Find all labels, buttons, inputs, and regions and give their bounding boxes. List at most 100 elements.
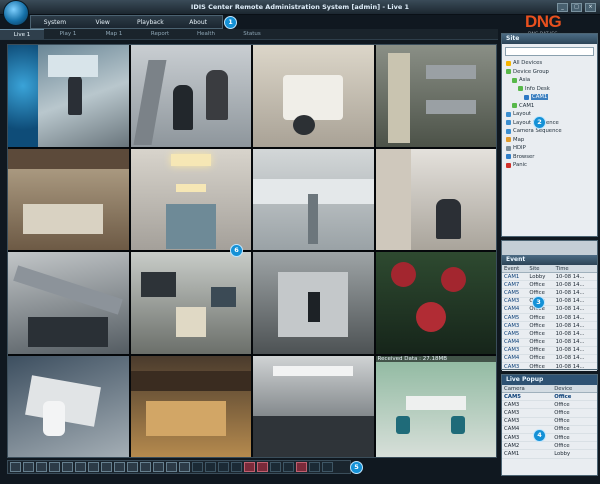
tab-map-1[interactable]: Map 1 [92, 29, 136, 39]
camera-tile[interactable] [130, 355, 251, 457]
layout-3x3-button[interactable] [36, 462, 47, 472]
layout-1plus7-button[interactable] [101, 462, 112, 472]
tab-report[interactable]: Report [138, 29, 182, 39]
camera-tile[interactable] [8, 355, 129, 457]
prev-page-button[interactable] [205, 462, 216, 472]
popup-row[interactable]: CAM1 Lobby [502, 449, 597, 459]
tree-item[interactable]: HDIP [506, 144, 597, 153]
tree-item[interactable]: Layout Sequence [506, 119, 597, 128]
popup-row[interactable]: CAM3 Office [502, 400, 597, 410]
app-logo-icon[interactable] [3, 0, 29, 26]
tab-health[interactable]: Health [184, 29, 228, 39]
camera-tile[interactable] [130, 148, 251, 250]
tree-item[interactable]: Layout [506, 110, 597, 119]
layout-custom-button[interactable] [153, 462, 164, 472]
event-row[interactable]: CAM5 Office 10-08 14... [502, 329, 597, 339]
site-search-input[interactable] [505, 47, 594, 56]
camera-tile[interactable]: Received Data : 27.18MB [375, 355, 496, 457]
tree-item[interactable]: All Devices [506, 59, 597, 68]
popup-row[interactable]: CAM3 Office [502, 408, 597, 418]
layout-1x1-button[interactable] [10, 462, 21, 472]
stop-button[interactable] [296, 462, 307, 472]
event-row[interactable]: CAM5 Office 10-08 14... [502, 288, 597, 298]
record-button[interactable] [244, 462, 255, 472]
event-row[interactable]: CAM4 Office 10-08 14... [502, 305, 597, 314]
event-panel: Event Event Site Time CAM1 Lobby 10-08 14.… [501, 240, 598, 372]
event-row[interactable]: CAM3Office10-08 14... [502, 346, 597, 355]
tree-item[interactable]: CAM1 [506, 102, 597, 111]
next-page-button[interactable] [218, 462, 229, 472]
menu-system[interactable]: System [31, 19, 79, 26]
popup-col-camera[interactable]: Camera [502, 385, 553, 393]
event-row[interactable]: CAM3Office10-08 14... [502, 297, 597, 306]
tree-item[interactable]: Camera Sequence [506, 127, 597, 136]
snapshot-button[interactable] [270, 462, 281, 472]
popup-row[interactable]: CAM3 Office [502, 417, 597, 426]
event-row[interactable]: CAM4 Office 10-08 14... [502, 354, 597, 364]
event-row[interactable]: CAM4 Office 10-08 14... [502, 338, 597, 347]
menu-about[interactable]: About [174, 19, 222, 26]
event-cell: CAM4 [502, 354, 528, 364]
layout-6x6-button[interactable] [75, 462, 86, 472]
layout-5x5-button[interactable] [62, 462, 73, 472]
alarm-button[interactable] [257, 462, 268, 472]
layout-1plus5-button[interactable] [88, 462, 99, 472]
event-row[interactable]: CAM1 Lobby 10-08 14... [502, 272, 597, 282]
fullscreen-button[interactable] [192, 462, 203, 472]
menu-view[interactable]: View [79, 19, 127, 26]
sequence-button[interactable] [231, 462, 242, 472]
menu-playback[interactable]: Playback [127, 19, 175, 26]
event-col-time[interactable]: Time [553, 265, 597, 273]
layout-1plus9-button[interactable] [114, 462, 125, 472]
tree-item[interactable]: Device Group [506, 68, 597, 77]
close-button[interactable]: × [585, 3, 596, 12]
popup-row[interactable]: CAM5 Office [502, 392, 597, 402]
camera-tile[interactable] [253, 355, 374, 457]
tree-item[interactable]: Map [506, 136, 597, 145]
tree-item[interactable]: Asia [506, 76, 597, 85]
event-row[interactable]: CAM7 Office 10-08 14... [502, 280, 597, 290]
tree-item[interactable]: Panic [506, 161, 597, 170]
maximize-button[interactable]: □ [571, 3, 582, 12]
tree-node-icon [512, 103, 517, 109]
camera-tile[interactable] [8, 252, 129, 354]
layout-2x2-button[interactable] [23, 462, 34, 472]
event-row[interactable]: CAM5 Office 10-08 14... [502, 313, 597, 323]
tree-item[interactable]: CAM1 [506, 93, 597, 102]
audio-button[interactable] [283, 462, 294, 472]
popup-row[interactable]: CAM3 Office [502, 433, 597, 443]
popup-row[interactable]: CAM2 Office [502, 441, 597, 451]
camera-tile[interactable] [8, 148, 129, 250]
tree-item[interactable]: Browser [506, 153, 597, 162]
event-row[interactable]: CAM3Office10-08 14... [502, 321, 597, 331]
event-cell: Office [527, 313, 554, 323]
event-col-site[interactable]: Site [527, 265, 554, 273]
tree-item[interactable]: Info Desk [506, 85, 597, 94]
camera-tile[interactable] [130, 45, 251, 147]
layout-1plus12-button[interactable] [127, 462, 138, 472]
camera-tile[interactable] [253, 148, 374, 250]
camera-tile[interactable] [253, 252, 374, 354]
layout-wide-button[interactable] [166, 462, 177, 472]
popup-row[interactable]: CAM4 Office [502, 425, 597, 434]
camera-tile[interactable] [8, 45, 129, 147]
tab-status[interactable]: Status [230, 29, 274, 39]
site-panel: Site All Devices Device Group Asia Info Des… [501, 33, 598, 237]
layout-2plus8-button[interactable] [140, 462, 151, 472]
popup-col-device[interactable]: Device [552, 385, 597, 393]
camera-tile[interactable] [130, 252, 251, 354]
camera-tile[interactable] [253, 45, 374, 147]
camera-tile[interactable] [375, 148, 496, 250]
layout-4x4-button[interactable] [49, 462, 60, 472]
camera-tile[interactable] [375, 45, 496, 147]
live-popup-panel: Live Popup Camera Device CAM5 Office CAM3 O… [501, 374, 598, 476]
ptz-button[interactable] [309, 462, 320, 472]
event-col-event[interactable]: Event [502, 265, 528, 273]
layout-grid-button[interactable] [179, 462, 190, 472]
event-row[interactable]: CAM3Office10-08 14... [502, 362, 597, 372]
settings-button[interactable] [322, 462, 333, 472]
minimize-button[interactable]: _ [557, 3, 568, 12]
camera-tile[interactable] [375, 252, 496, 354]
tab-live-1[interactable]: Live 1 [0, 29, 44, 39]
tab-play-1[interactable]: Play 1 [46, 29, 90, 39]
